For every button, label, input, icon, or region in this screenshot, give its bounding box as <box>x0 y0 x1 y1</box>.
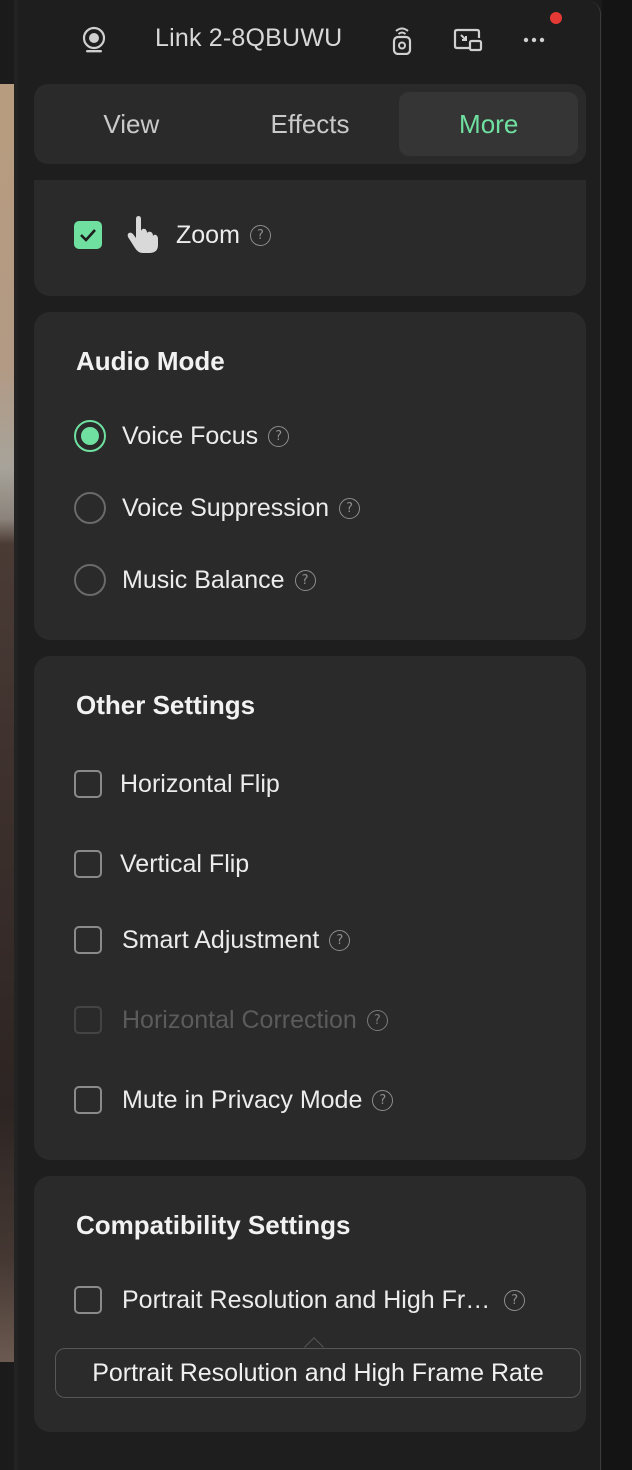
other-settings-card: Other Settings Horizontal Flip Vertical … <box>34 656 586 1160</box>
picture-in-picture-icon[interactable] <box>450 22 486 58</box>
option-label: Horizontal Correction <box>122 1005 357 1034</box>
help-icon[interactable]: ? <box>504 1289 526 1311</box>
compatibility-title: Compatibility Settings <box>76 1210 351 1240</box>
audio-mode-title: Audio Mode <box>76 346 225 376</box>
top-bar: Link 2-8QBUWU <box>18 0 601 80</box>
option-label: Horizontal Flip <box>120 769 280 798</box>
background-video-preview <box>0 84 14 1362</box>
horizontal-flip-row[interactable]: Horizontal Flip <box>74 767 280 801</box>
option-label: Mute in Privacy Mode <box>122 1085 363 1114</box>
other-settings-title: Other Settings <box>76 690 256 720</box>
tab-effects[interactable]: Effects <box>221 92 400 156</box>
help-icon[interactable]: ? <box>294 569 316 591</box>
tooltip: Portrait Resolution and High Frame Rate <box>55 1348 581 1398</box>
radio-voice-focus[interactable]: Voice Focus ? <box>74 419 290 453</box>
help-icon[interactable]: ? <box>268 425 290 447</box>
mute-privacy-row[interactable]: Mute in Privacy Mode ? <box>74 1083 394 1117</box>
zoom-label: Zoom <box>176 220 240 249</box>
option-label: Music Balance <box>122 565 285 594</box>
device-title: Link 2-8QBUWU <box>155 24 343 52</box>
horizontal-correction-checkbox <box>74 1006 102 1034</box>
option-label: Smart Adjustment <box>122 925 320 954</box>
option-label: Voice Focus <box>122 421 259 450</box>
tab-view[interactable]: View <box>42 92 221 156</box>
help-icon[interactable]: ? <box>372 1089 394 1111</box>
tab-more[interactable]: More <box>399 92 579 156</box>
smart-adjustment-row[interactable]: Smart Adjustment ? <box>74 923 351 957</box>
portrait-resolution-checkbox[interactable] <box>74 1286 102 1314</box>
gesture-zoom-row[interactable]: Zoom ? <box>74 215 271 255</box>
help-icon[interactable]: ? <box>366 1009 388 1031</box>
option-label: Vertical Flip <box>120 849 250 878</box>
compatibility-card: Compatibility Settings Portrait Resoluti… <box>34 1176 586 1432</box>
radio-button[interactable] <box>74 492 106 524</box>
portrait-resolution-row[interactable]: Portrait Resolution and High Fr… ? <box>74 1283 526 1317</box>
zoom-checkbox[interactable] <box>74 221 102 249</box>
horizontal-flip-checkbox[interactable] <box>74 770 102 798</box>
radio-button[interactable] <box>74 564 106 596</box>
more-options-icon[interactable] <box>516 22 552 58</box>
webcam-icon[interactable] <box>76 22 112 58</box>
help-icon[interactable]: ? <box>329 929 351 951</box>
gesture-card: Zoom ? <box>34 180 586 296</box>
horizontal-correction-row: Horizontal Correction ? <box>74 1003 388 1037</box>
radio-music-balance[interactable]: Music Balance ? <box>74 563 316 597</box>
help-icon[interactable]: ? <box>339 497 361 519</box>
mute-privacy-checkbox[interactable] <box>74 1086 102 1114</box>
option-label: Voice Suppression <box>122 493 330 522</box>
radio-button[interactable] <box>74 420 106 452</box>
tab-bar: View Effects More <box>34 84 586 164</box>
option-label: Portrait Resolution and High Fr… <box>122 1285 491 1314</box>
hand-gesture-icon <box>124 215 160 255</box>
help-icon[interactable]: ? <box>249 224 271 246</box>
audio-mode-card: Audio Mode Voice Focus ? Voice Suppressi… <box>34 312 586 640</box>
smart-adjustment-checkbox[interactable] <box>74 926 102 954</box>
vertical-flip-checkbox[interactable] <box>74 850 102 878</box>
radio-voice-suppression[interactable]: Voice Suppression ? <box>74 491 361 525</box>
desktop-background <box>602 0 632 1470</box>
notification-dot <box>550 12 562 24</box>
settings-panel: Link 2-8QBUWU View Effects More Zoom ? A… <box>18 0 601 1470</box>
vertical-flip-row[interactable]: Vertical Flip <box>74 847 249 881</box>
remote-control-icon[interactable] <box>384 22 420 58</box>
